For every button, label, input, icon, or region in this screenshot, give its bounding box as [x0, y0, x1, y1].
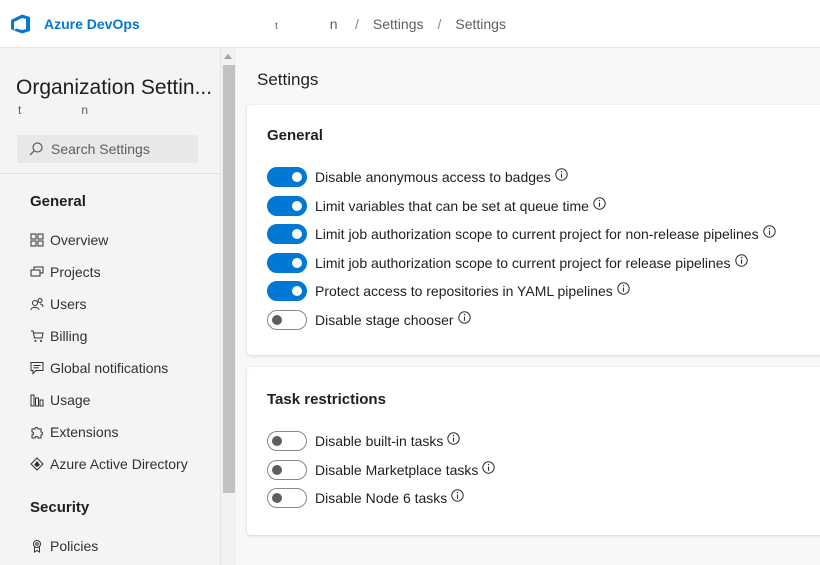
setting-row: Protect access to repositories in YAML p… — [267, 281, 630, 301]
setting-row: Disable stage chooser — [267, 310, 471, 330]
setting-label: Limit job authorization scope to current… — [315, 226, 759, 242]
overview-icon — [30, 233, 44, 247]
info-icon[interactable] — [617, 282, 630, 295]
brand-name: Azure DevOps — [44, 15, 140, 32]
search-settings-box[interactable] — [17, 135, 198, 163]
limit-queue-variables-toggle[interactable] — [267, 196, 307, 216]
azure-devops-logo-icon — [9, 12, 33, 36]
protect-yaml-repositories-toggle[interactable] — [267, 281, 307, 301]
general-card-title: General — [267, 127, 323, 144]
sidebar-item-azure-active-directory[interactable]: Azure Active Directory — [30, 456, 188, 472]
sidebar-item-projects[interactable]: Projects — [30, 264, 101, 280]
setting-row: Disable built-in tasks — [267, 431, 461, 451]
sidebar-organization-name: tn — [18, 103, 89, 117]
brand[interactable]: Azure DevOps — [9, 12, 239, 36]
setting-label: Limit job authorization scope to current… — [315, 255, 731, 271]
info-icon[interactable] — [457, 311, 471, 324]
disable-built-in-tasks-toggle[interactable] — [267, 431, 307, 451]
setting-label: Disable Marketplace tasks — [315, 462, 479, 478]
main-content: Settings General Disable anonymous acces… — [237, 48, 820, 565]
info-icon[interactable] — [555, 168, 568, 181]
search-icon — [28, 141, 44, 157]
sidebar-section-security: Security — [30, 499, 90, 516]
breadcrumb-separator: / — [355, 15, 359, 32]
setting-row: Limit variables that can be set at queue… — [267, 196, 606, 216]
setting-label: Disable stage chooser — [315, 312, 454, 328]
setting-row: Limit job authorization scope to current… — [267, 224, 776, 244]
setting-label: Limit variables that can be set at queue… — [315, 198, 589, 214]
setting-row: Disable Node 6 tasks — [267, 488, 464, 508]
task-restrictions-card: Task restrictions Disable built-in tasks… — [247, 367, 820, 535]
sidebar: Organization Settin... tn General Overvi… — [0, 48, 220, 565]
setting-row: Disable anonymous access to badges — [267, 167, 568, 187]
info-icon[interactable] — [447, 432, 461, 445]
info-icon[interactable] — [482, 461, 496, 474]
setting-label: Disable built-in tasks — [315, 433, 444, 449]
sidebar-item-global-notifications[interactable]: Global notifications — [30, 360, 168, 376]
disable-marketplace-tasks-toggle[interactable] — [267, 460, 307, 480]
usage-icon — [30, 393, 44, 407]
setting-label: Disable Node 6 tasks — [315, 490, 448, 506]
scroll-up-arrow-icon[interactable] — [224, 54, 232, 59]
sidebar-scrollbar[interactable] — [220, 48, 236, 565]
sidebar-title: Organization Settin... — [16, 76, 213, 99]
setting-label: Protect access to repositories in YAML p… — [315, 283, 613, 299]
setting-row: Limit job authorization scope to current… — [267, 253, 748, 273]
chat-icon — [30, 361, 44, 375]
setting-row: Disable Marketplace tasks — [267, 460, 496, 480]
info-icon[interactable] — [734, 254, 748, 267]
projects-icon — [30, 265, 44, 279]
disable-node6-tasks-toggle[interactable] — [267, 488, 307, 508]
sidebar-divider — [0, 173, 220, 174]
sidebar-item-users[interactable]: Users — [30, 296, 87, 312]
breadcrumb: tn / Settings / Settings — [275, 16, 506, 32]
breadcrumb-organization[interactable]: tn — [275, 16, 341, 32]
breadcrumb-separator: / — [437, 15, 442, 32]
sidebar-item-billing[interactable]: Billing — [30, 328, 87, 344]
puzzle-icon — [30, 425, 44, 439]
sidebar-item-policies[interactable]: Policies — [30, 538, 98, 554]
info-icon[interactable] — [451, 489, 464, 502]
users-icon — [30, 297, 44, 311]
general-settings-card: General Disable anonymous access to badg… — [247, 105, 820, 355]
policy-icon — [30, 539, 44, 553]
limit-job-scope-non-release-toggle[interactable] — [267, 224, 307, 244]
scrollbar-thumb[interactable] — [223, 65, 235, 493]
sidebar-section-general: General — [30, 193, 86, 210]
info-icon[interactable] — [762, 225, 776, 238]
task-restrictions-card-title: Task restrictions — [267, 391, 386, 408]
disable-stage-chooser-toggle[interactable] — [267, 310, 307, 330]
page-title: Settings — [257, 70, 319, 89]
search-settings-input[interactable] — [51, 141, 191, 157]
aad-icon — [30, 457, 44, 471]
disable-anonymous-badges-toggle[interactable] — [267, 167, 307, 187]
sidebar-item-overview[interactable]: Overview — [30, 232, 108, 248]
top-bar: Azure DevOps tn / Settings / Settings — [0, 0, 820, 48]
breadcrumb-settings[interactable]: Settings — [373, 16, 424, 32]
limit-job-scope-release-toggle[interactable] — [267, 253, 307, 273]
sidebar-item-extensions[interactable]: Extensions — [30, 424, 118, 440]
breadcrumb-settings-current[interactable]: Settings — [455, 16, 506, 32]
cart-icon — [30, 329, 44, 343]
setting-label: Disable anonymous access to badges — [315, 169, 551, 185]
sidebar-item-usage[interactable]: Usage — [30, 392, 90, 408]
info-icon[interactable] — [593, 197, 606, 210]
